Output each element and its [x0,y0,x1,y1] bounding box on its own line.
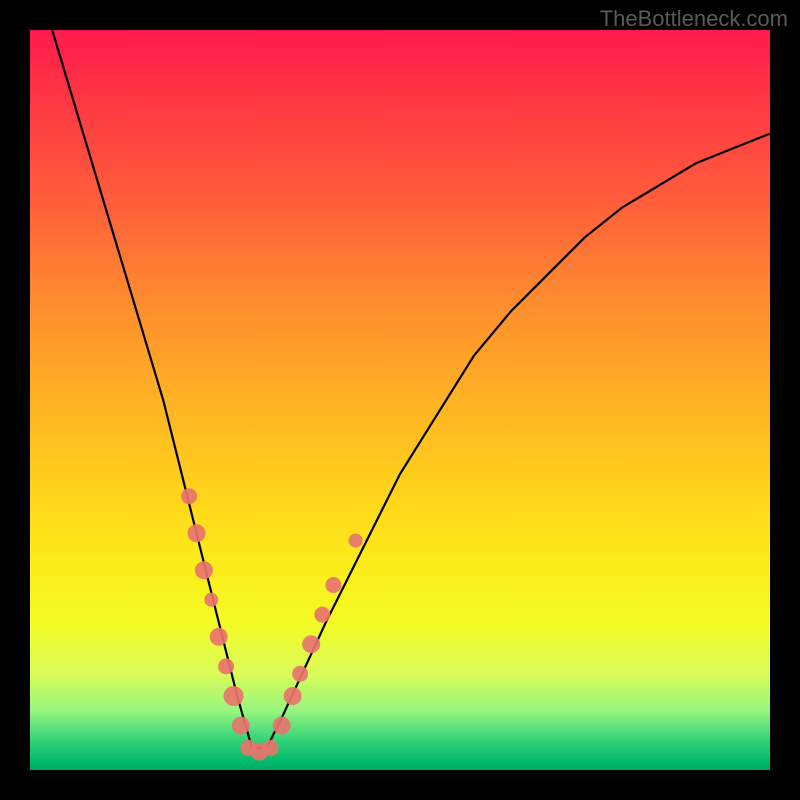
data-marker [188,524,206,542]
data-marker [325,577,341,593]
data-marker [263,740,279,756]
data-marker [218,658,234,674]
data-marker [314,607,330,623]
data-marker [204,593,218,607]
bottleneck-curve [52,30,770,748]
data-marker [195,561,213,579]
data-marker [273,717,291,735]
bottleneck-curve-path [52,30,770,748]
data-marker [181,488,197,504]
data-marker [224,686,244,706]
data-marker [232,717,250,735]
watermark-label: TheBottleneck.com [600,6,788,32]
data-markers [181,488,363,760]
data-marker [284,687,302,705]
data-marker [349,534,363,548]
chart-frame: TheBottleneck.com [0,0,800,800]
curve-svg [30,30,770,770]
data-marker [210,628,228,646]
plot-area [30,30,770,770]
data-marker [292,666,308,682]
data-marker [302,635,320,653]
